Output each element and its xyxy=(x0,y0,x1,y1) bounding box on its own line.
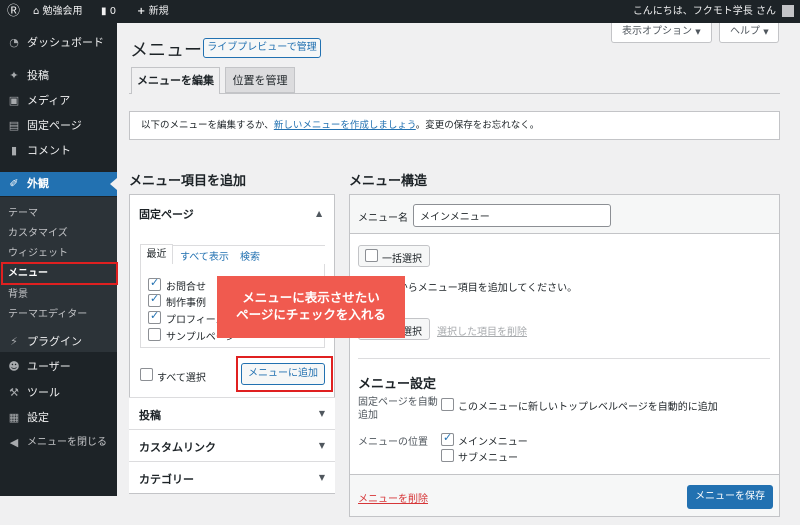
page-label: お問合せ xyxy=(166,282,206,293)
page-icon: ▤ xyxy=(8,119,20,132)
sidebar-item-tools[interactable]: ⚒ ツール xyxy=(0,381,117,405)
new-label: 新規 xyxy=(148,6,169,17)
location-label: メインメニュー xyxy=(458,437,528,448)
auto-add-option: このメニューに新しいトップレベルページを自動的に追加 xyxy=(458,402,718,413)
sidebar-item-posts[interactable]: ✦ 投稿 xyxy=(0,64,117,88)
page-checkbox[interactable] xyxy=(148,292,161,307)
dashboard-icon: ◔ xyxy=(9,36,19,49)
accordion-custom-links[interactable]: カスタムリンク ▼ xyxy=(129,429,335,461)
collapse-menu-button[interactable]: ◀ メニューを閉じる xyxy=(0,431,117,455)
caret-up-icon[interactable]: ▲ xyxy=(316,209,322,218)
live-preview-button[interactable]: ライブプレビューで管理 xyxy=(203,38,321,58)
page-title: メニュー xyxy=(130,40,202,61)
submenu-widgets[interactable]: ウィジェット xyxy=(0,243,117,264)
home-icon: ⌂ xyxy=(33,6,40,17)
sidebar-item-comments[interactable]: ▮ コメント xyxy=(0,139,117,163)
help-button[interactable]: ヘルプ ▼ xyxy=(719,23,779,43)
add-menu-items-heading: メニュー項目を追加 xyxy=(129,174,247,189)
settings-icon: ▦ xyxy=(8,411,20,424)
bulk-select-label: 一括選択 xyxy=(382,254,422,265)
comments-count: 0 xyxy=(109,6,117,17)
save-menu-button[interactable]: メニューを保存 xyxy=(687,485,773,509)
plus-icon: + xyxy=(137,6,146,17)
tab-edit-menus[interactable]: メニューを編集 xyxy=(131,67,220,94)
add-button-highlight-box xyxy=(236,356,333,392)
comments-link[interactable]: ▮ 0 xyxy=(101,0,116,23)
menus-highlight-box xyxy=(1,262,118,285)
wordpress-logo-icon[interactable]: Ⓡ xyxy=(7,0,20,23)
location-label: サブメニュー xyxy=(458,453,518,464)
accordion-categories[interactable]: カテゴリー ▼ xyxy=(129,461,335,493)
pin-icon: ✦ xyxy=(9,69,19,82)
remove-selected-link[interactable]: 選択した項目を削除 xyxy=(437,323,527,338)
location-checkbox[interactable] xyxy=(441,431,454,446)
menu-name-label: メニュー名 xyxy=(358,213,408,224)
page-checkbox[interactable] xyxy=(148,276,161,291)
admin-sidebar: ◔ ダッシュボード ✦ 投稿 ▣ メディア ▤ 固定ページ ▮ コメント ✐ 外観 テーマ … xyxy=(0,23,117,496)
tab-search[interactable]: 検索 xyxy=(240,248,260,263)
caret-down-icon: ▼ xyxy=(763,28,769,36)
delete-menu-link[interactable]: メニューを削除 xyxy=(358,490,428,505)
menu-notice: 以下のメニューを編集するか、新しいメニューを作成しましょう。変更の保存をお忘れな… xyxy=(129,111,780,140)
sidebar-item-users[interactable]: ☻ ユーザー xyxy=(0,355,117,379)
comment-bubble-icon: ▮ xyxy=(101,6,107,17)
submenu-themes[interactable]: テーマ xyxy=(0,203,117,224)
page-label: 制作事例 xyxy=(166,298,206,309)
active-menu-pointer xyxy=(110,178,117,190)
menu-name-input[interactable] xyxy=(413,204,611,227)
tool-icon: ⚒ xyxy=(9,386,19,399)
menu-structure-heading: メニュー構造 xyxy=(349,174,428,189)
user-icon: ☻ xyxy=(8,360,20,373)
sidebar-item-pages[interactable]: ▤ 固定ページ xyxy=(0,114,117,138)
tab-most-recent[interactable]: 最近 xyxy=(140,244,173,265)
sidebar-item-media[interactable]: ▣ メディア xyxy=(0,89,117,113)
media-icon: ▣ xyxy=(8,94,20,107)
site-name: 勉強会用 xyxy=(42,6,83,17)
brush-icon: ✐ xyxy=(9,177,19,190)
auto-add-label: 固定ページを自動追加 xyxy=(358,397,438,421)
page-checkbox[interactable] xyxy=(148,309,161,324)
page-checkbox[interactable] xyxy=(148,328,161,341)
caret-down-icon: ▼ xyxy=(318,473,325,482)
submenu-theme-editor[interactable]: テーマエディター xyxy=(0,304,117,325)
callout-line-2: ページにチェックを入れる xyxy=(236,307,386,322)
comment-icon: ▮ xyxy=(10,144,18,157)
sidebar-item-appearance[interactable]: ✐ 外観 xyxy=(0,172,117,196)
sidebar-item-dashboard[interactable]: ◔ ダッシュボード xyxy=(0,31,117,55)
admin-bar: Ⓡ ⌂ 勉強会用 ▮ 0 + 新規 こんにちは、フクモト学長 さん xyxy=(0,0,800,23)
pages-section-title[interactable]: 固定ページ xyxy=(139,206,194,222)
avatar[interactable] xyxy=(782,5,794,17)
menu-location-label: メニューの位置 xyxy=(358,437,428,448)
bulk-select-checkbox[interactable] xyxy=(365,249,378,262)
settings-divider xyxy=(358,358,770,359)
account-greeting[interactable]: こんにちは、フクモト学長 さん xyxy=(633,0,776,23)
select-all-label: すべて選択 xyxy=(157,373,206,384)
caret-down-icon: ▼ xyxy=(318,409,325,418)
menu-structure-panel xyxy=(349,194,780,517)
caret-down-icon: ▼ xyxy=(695,28,701,36)
menu-settings-heading: メニュー設定 xyxy=(358,377,437,392)
callout-line-1: メニューに表示させたい xyxy=(242,290,380,305)
submenu-background[interactable]: 背景 xyxy=(0,284,117,305)
sidebar-item-plugins[interactable]: ⚡ プラグイン xyxy=(0,330,117,354)
submenu-customize[interactable]: カスタマイズ xyxy=(0,223,117,244)
sidebar-item-settings[interactable]: ▦ 設定 xyxy=(0,406,117,430)
auto-add-checkbox[interactable] xyxy=(441,398,454,411)
tab-manage-locations[interactable]: 位置を管理 xyxy=(225,67,295,93)
tabs-underline xyxy=(129,93,780,94)
collapse-icon: ◀ xyxy=(9,436,19,449)
site-name-link[interactable]: ⌂ 勉強会用 xyxy=(33,0,83,23)
create-new-menu-link[interactable]: 新しいメニューを作成しましょう xyxy=(274,120,416,131)
new-content-link[interactable]: + 新規 xyxy=(137,0,169,23)
plugin-icon: ⚡ xyxy=(10,335,18,348)
screen-options-button[interactable]: 表示オプション ▼ xyxy=(611,23,712,43)
select-all-checkbox[interactable] xyxy=(140,368,153,381)
tab-view-all[interactable]: すべて表示 xyxy=(180,248,229,263)
location-checkbox[interactable] xyxy=(441,449,454,462)
accordion-posts[interactable]: 投稿 ▼ xyxy=(129,397,335,429)
caret-down-icon: ▼ xyxy=(318,441,325,450)
annotation-callout: メニューに表示させたい ページにチェックを入れる xyxy=(217,276,405,338)
